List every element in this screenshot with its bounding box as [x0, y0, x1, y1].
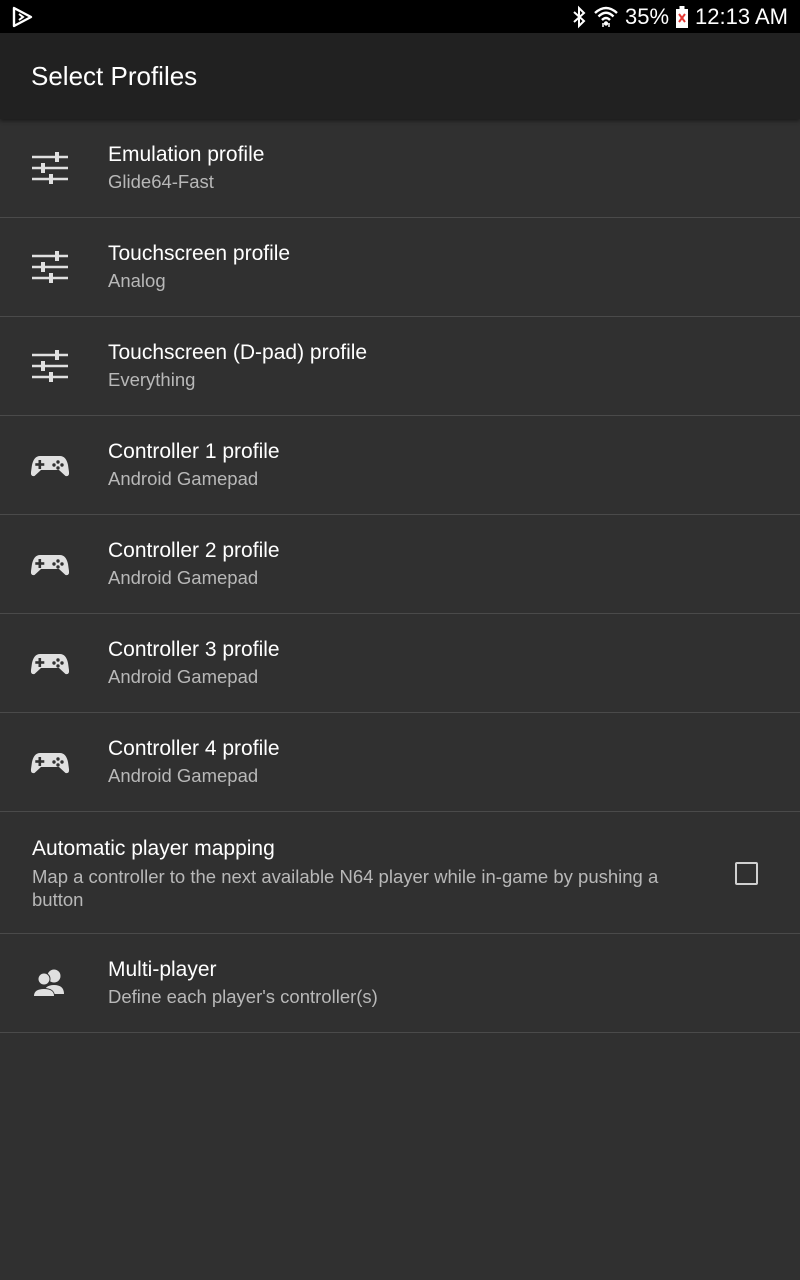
list-item-controller-1-profile[interactable]: Controller 1 profile Android Gamepad: [0, 416, 800, 515]
list-item-subtitle: Glide64-Fast: [108, 171, 214, 192]
list-item-title: Controller 3 profile: [108, 638, 280, 661]
multiplayer-icon: [30, 963, 70, 1003]
list-item-controller-3-profile[interactable]: Controller 3 profile Android Gamepad: [0, 614, 800, 713]
bluetooth-icon: [571, 5, 587, 29]
auto-mapping-checkbox[interactable]: [735, 862, 758, 885]
wifi-icon: [593, 5, 619, 29]
list-item-subtitle: Android Gamepad: [108, 666, 259, 687]
gamepad-icon: [30, 742, 70, 782]
list-item-emulation-profile[interactable]: Emulation profile Glide64-Fast: [0, 119, 800, 218]
status-bar: 35% 12:13 AM: [0, 0, 800, 33]
list-item-title: Controller 4 profile: [108, 737, 280, 760]
list-item-title: Emulation profile: [108, 143, 265, 166]
list-item-subtitle: Android Gamepad: [108, 567, 259, 588]
list-item-subtitle: Android Gamepad: [108, 765, 259, 786]
app-bar: Select Profiles: [0, 33, 800, 119]
list-item-subtitle: Map a controller to the next available N…: [32, 866, 659, 910]
list-item-subtitle: Everything: [108, 369, 196, 390]
list-item-controller-2-profile[interactable]: Controller 2 profile Android Gamepad: [0, 515, 800, 614]
list-item-title: Multi-player: [108, 958, 217, 981]
battery-percent: 35%: [625, 3, 670, 29]
list-item-multiplayer[interactable]: Multi-player Define each player's contro…: [0, 934, 800, 1033]
status-icons: 35% 12:13 AM: [571, 0, 788, 33]
list-item-title: Touchscreen profile: [108, 242, 291, 265]
list-item-touchscreen-profile[interactable]: Touchscreen profile Analog: [0, 218, 800, 317]
list-item-title: Touchscreen (D-pad) profile: [108, 341, 368, 364]
list-item-subtitle: Analog: [108, 270, 166, 291]
sliders-icon: [30, 148, 70, 188]
list-item-subtitle: Android Gamepad: [108, 468, 259, 489]
clock: 12:13 AM: [695, 3, 788, 29]
list-item-title: Automatic player mapping: [32, 837, 275, 860]
list-item-auto-player-mapping[interactable]: Automatic player mapping Map a controlle…: [0, 812, 800, 934]
play-store-icon: [12, 6, 34, 28]
battery-icon: [675, 5, 689, 29]
gamepad-icon: [30, 445, 70, 485]
list-item-title: Controller 2 profile: [108, 539, 280, 562]
list-item-touchscreen-dpad-profile[interactable]: Touchscreen (D-pad) profile Everything: [0, 317, 800, 416]
list-item-title: Controller 1 profile: [108, 440, 280, 463]
sliders-icon: [30, 247, 70, 287]
gamepad-icon: [30, 643, 70, 683]
gamepad-icon: [30, 544, 70, 584]
list-item-subtitle: Define each player's controller(s): [108, 986, 378, 1007]
settings-list: Emulation profile Glide64-Fast Touchscre…: [0, 119, 800, 1033]
sliders-icon: [30, 346, 70, 386]
page-title: Select Profiles: [31, 61, 198, 91]
list-item-controller-4-profile[interactable]: Controller 4 profile Android Gamepad: [0, 713, 800, 812]
